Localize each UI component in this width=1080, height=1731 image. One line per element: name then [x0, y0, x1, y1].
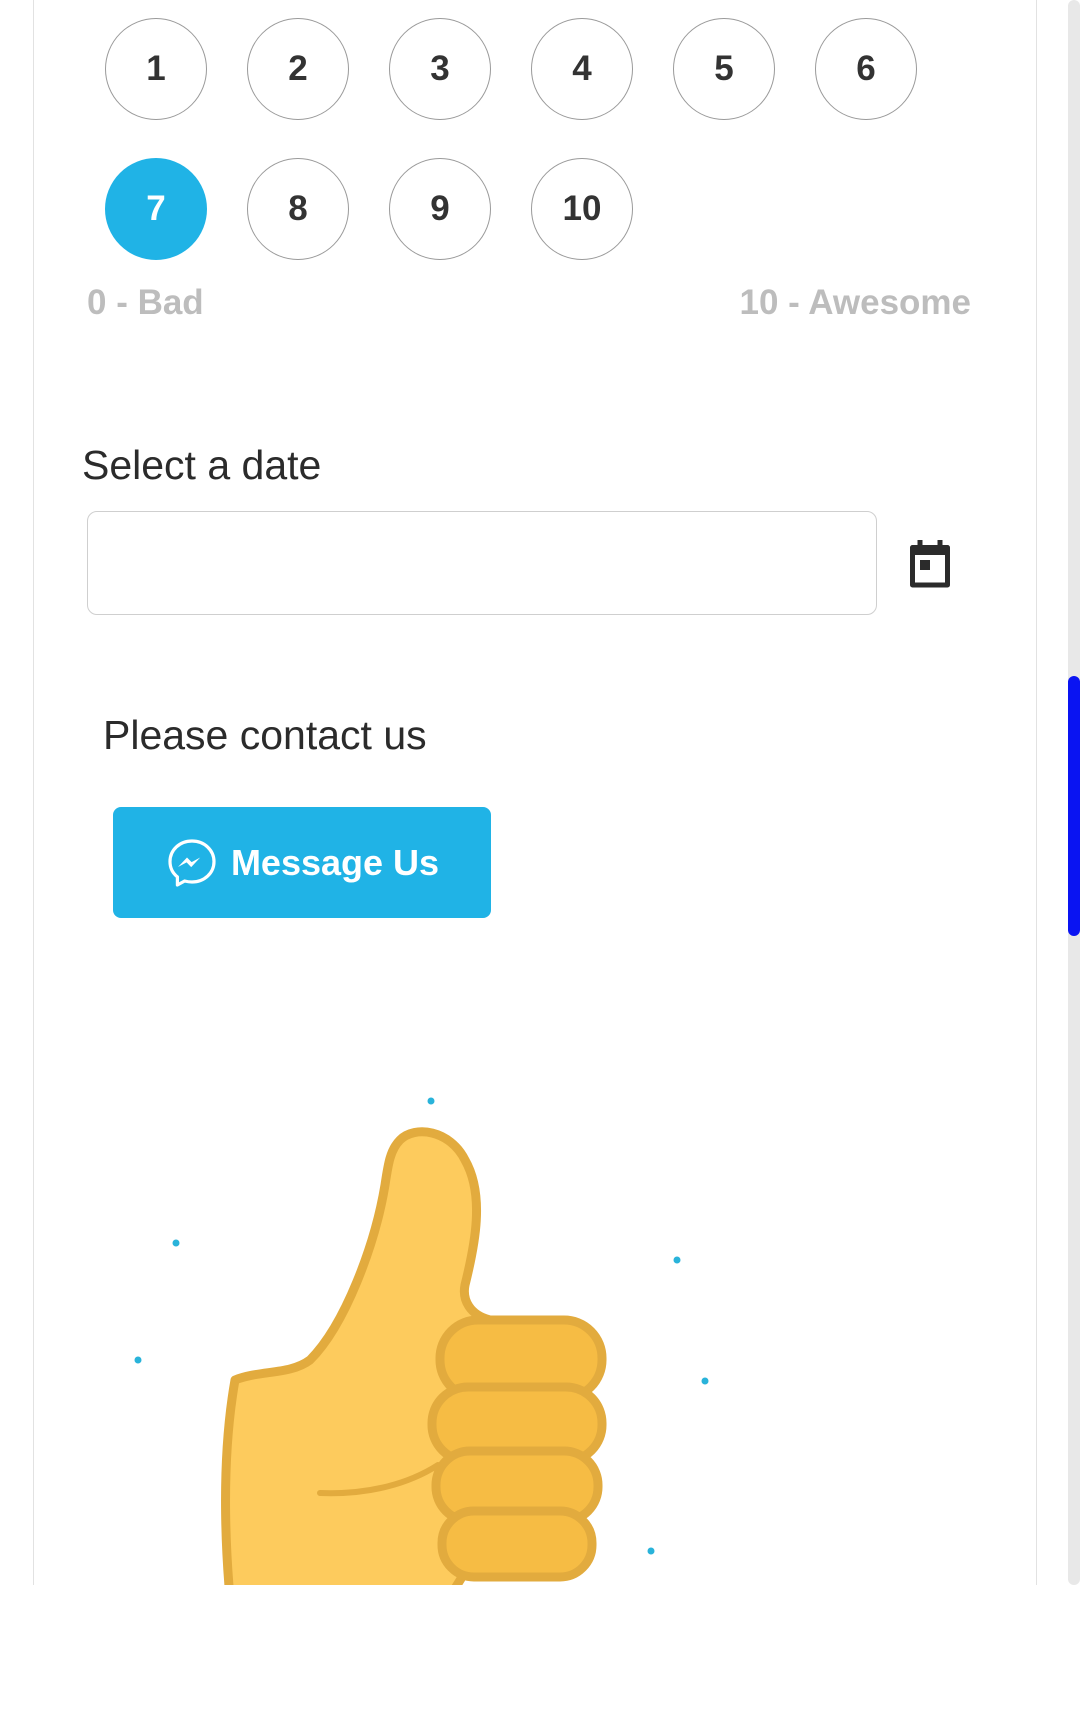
page: 1 2 3 4 5 6 7 8 9 10 0 - Bad 10 - Awesom… [0, 0, 1080, 1731]
calendar-icon[interactable] [900, 535, 960, 595]
rating-low-label: 0 - Bad [87, 283, 204, 322]
rating-option-9[interactable]: 9 [389, 158, 491, 260]
rating-option-5[interactable]: 5 [673, 18, 775, 120]
contact-title: Please contact us [103, 712, 427, 758]
rating-option-6[interactable]: 6 [815, 18, 917, 120]
message-us-button[interactable]: Message Us [113, 807, 491, 918]
rating-option-4[interactable]: 4 [531, 18, 633, 120]
date-question-title: Select a date [82, 442, 322, 488]
rating-option-2[interactable]: 2 [247, 18, 349, 120]
rating-option-1[interactable]: 1 [105, 18, 207, 120]
rating-option-8[interactable]: 8 [247, 158, 349, 260]
thumbs-up-icon [120, 1085, 740, 1585]
rating-option-3[interactable]: 3 [389, 18, 491, 120]
messenger-icon [165, 836, 219, 890]
rating-option-7[interactable]: 7 [105, 158, 207, 260]
rating-option-10[interactable]: 10 [531, 158, 633, 260]
message-us-label: Message Us [230, 841, 440, 883]
rating-high-label: 10 - Awesome [739, 283, 972, 322]
scrollbar-thumb[interactable] [1068, 676, 1080, 936]
date-input[interactable] [87, 511, 877, 615]
